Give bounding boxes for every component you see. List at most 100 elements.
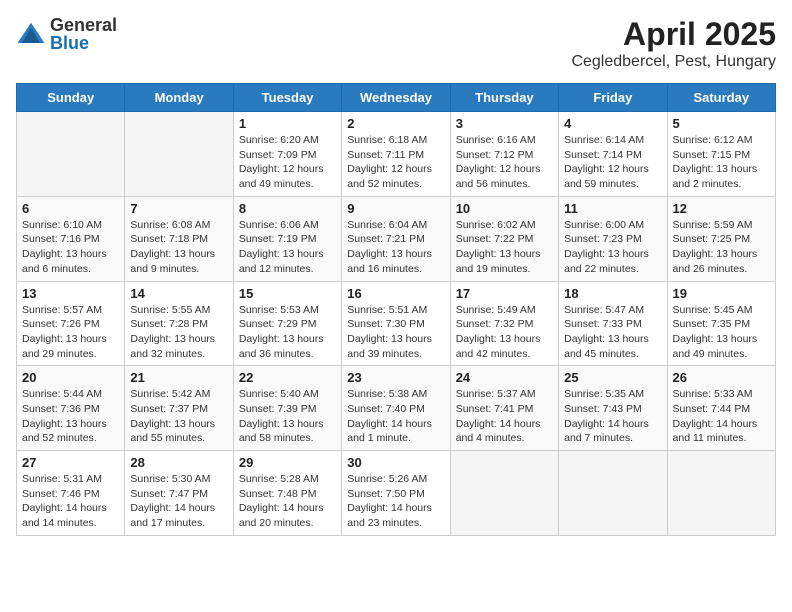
day-number: 10 <box>456 201 553 216</box>
calendar-day-cell: 23 Sunrise: 5:38 AM Sunset: 7:40 PM Dayli… <box>342 366 450 451</box>
day-info: Sunrise: 6:20 AM Sunset: 7:09 PM Dayligh… <box>239 133 336 192</box>
calendar-day-cell: 10 Sunrise: 6:02 AM Sunset: 7:22 PM Dayli… <box>450 196 558 281</box>
logo-icon <box>16 19 46 49</box>
calendar-day-cell: 29Sunrise: 5:28 AM Sunset: 7:48 PM Dayli… <box>233 451 341 536</box>
day-info: Sunrise: 5:44 AM Sunset: 7:36 PM Dayligh… <box>22 387 119 446</box>
day-info: Sunrise: 5:35 AM Sunset: 7:43 PM Dayligh… <box>564 387 661 446</box>
calendar-day-cell: 26 Sunrise: 5:33 AM Sunset: 7:44 PM Dayli… <box>667 366 775 451</box>
calendar-day-cell: 6 Sunrise: 6:10 AM Sunset: 7:16 PM Daylig… <box>17 196 125 281</box>
day-info: Sunrise: 5:45 AM Sunset: 7:35 PM Dayligh… <box>673 303 770 362</box>
calendar-day-cell <box>450 451 558 536</box>
calendar-week-row: 1 Sunrise: 6:20 AM Sunset: 7:09 PM Daylig… <box>17 112 776 197</box>
day-info: Sunrise: 5:26 AM Sunset: 7:50 PM Dayligh… <box>347 472 444 531</box>
calendar-day-cell <box>559 451 667 536</box>
day-number: 24 <box>456 370 553 385</box>
weekday-header: Friday <box>559 84 667 112</box>
calendar-day-cell: 12 Sunrise: 5:59 AM Sunset: 7:25 PM Dayli… <box>667 196 775 281</box>
calendar-day-cell: 5 Sunrise: 6:12 AM Sunset: 7:15 PM Daylig… <box>667 112 775 197</box>
calendar-day-cell: 18 Sunrise: 5:47 AM Sunset: 7:33 PM Dayli… <box>559 281 667 366</box>
calendar-day-cell: 13 Sunrise: 5:57 AM Sunset: 7:26 PM Dayli… <box>17 281 125 366</box>
calendar-day-cell: 14 Sunrise: 5:55 AM Sunset: 7:28 PM Dayli… <box>125 281 233 366</box>
logo-blue-text: Blue <box>50 34 117 52</box>
day-info: Sunrise: 6:00 AM Sunset: 7:23 PM Dayligh… <box>564 218 661 277</box>
day-number: 18 <box>564 286 661 301</box>
calendar-day-cell: 21 Sunrise: 5:42 AM Sunset: 7:37 PM Dayli… <box>125 366 233 451</box>
calendar-day-cell: 16 Sunrise: 5:51 AM Sunset: 7:30 PM Dayli… <box>342 281 450 366</box>
day-number: 19 <box>673 286 770 301</box>
day-number: 12 <box>673 201 770 216</box>
weekday-header: Thursday <box>450 84 558 112</box>
day-number: 17 <box>456 286 553 301</box>
day-number: 20 <box>22 370 119 385</box>
day-info: Sunrise: 6:14 AM Sunset: 7:14 PM Dayligh… <box>564 133 661 192</box>
calendar-day-cell: 27Sunrise: 5:31 AM Sunset: 7:46 PM Dayli… <box>17 451 125 536</box>
day-number: 1 <box>239 116 336 131</box>
day-number: 15 <box>239 286 336 301</box>
day-info: Sunrise: 6:04 AM Sunset: 7:21 PM Dayligh… <box>347 218 444 277</box>
weekday-header: Saturday <box>667 84 775 112</box>
calendar-week-row: 13 Sunrise: 5:57 AM Sunset: 7:26 PM Dayli… <box>17 281 776 366</box>
day-number: 29 <box>239 455 336 470</box>
day-number: 8 <box>239 201 336 216</box>
day-info: Sunrise: 5:47 AM Sunset: 7:33 PM Dayligh… <box>564 303 661 362</box>
calendar-week-row: 6 Sunrise: 6:10 AM Sunset: 7:16 PM Daylig… <box>17 196 776 281</box>
weekday-header: Tuesday <box>233 84 341 112</box>
day-number: 22 <box>239 370 336 385</box>
day-info: Sunrise: 5:57 AM Sunset: 7:26 PM Dayligh… <box>22 303 119 362</box>
calendar-day-cell <box>125 112 233 197</box>
day-number: 27 <box>22 455 119 470</box>
calendar-week-row: 20 Sunrise: 5:44 AM Sunset: 7:36 PM Dayli… <box>17 366 776 451</box>
day-info: Sunrise: 6:02 AM Sunset: 7:22 PM Dayligh… <box>456 218 553 277</box>
logo: General Blue <box>16 16 117 52</box>
day-info: Sunrise: 5:59 AM Sunset: 7:25 PM Dayligh… <box>673 218 770 277</box>
title-section: April 2025 Cegledbercel, Pest, Hungary <box>571 16 776 71</box>
day-number: 5 <box>673 116 770 131</box>
calendar-subtitle: Cegledbercel, Pest, Hungary <box>571 53 776 71</box>
weekday-header: Wednesday <box>342 84 450 112</box>
day-info: Sunrise: 6:12 AM Sunset: 7:15 PM Dayligh… <box>673 133 770 192</box>
day-info: Sunrise: 5:37 AM Sunset: 7:41 PM Dayligh… <box>456 387 553 446</box>
day-number: 26 <box>673 370 770 385</box>
weekday-header: Sunday <box>17 84 125 112</box>
logo-general-text: General <box>50 16 117 34</box>
day-number: 13 <box>22 286 119 301</box>
day-number: 11 <box>564 201 661 216</box>
day-info: Sunrise: 5:38 AM Sunset: 7:40 PM Dayligh… <box>347 387 444 446</box>
calendar-day-cell: 11 Sunrise: 6:00 AM Sunset: 7:23 PM Dayli… <box>559 196 667 281</box>
calendar-day-cell: 25 Sunrise: 5:35 AM Sunset: 7:43 PM Dayli… <box>559 366 667 451</box>
day-info: Sunrise: 6:06 AM Sunset: 7:19 PM Dayligh… <box>239 218 336 277</box>
day-number: 21 <box>130 370 227 385</box>
calendar-day-cell: 3 Sunrise: 6:16 AM Sunset: 7:12 PM Daylig… <box>450 112 558 197</box>
calendar-day-cell: 28Sunrise: 5:30 AM Sunset: 7:47 PM Dayli… <box>125 451 233 536</box>
day-info: Sunrise: 6:10 AM Sunset: 7:16 PM Dayligh… <box>22 218 119 277</box>
day-number: 16 <box>347 286 444 301</box>
calendar-day-cell: 1 Sunrise: 6:20 AM Sunset: 7:09 PM Daylig… <box>233 112 341 197</box>
day-info: Sunrise: 6:08 AM Sunset: 7:18 PM Dayligh… <box>130 218 227 277</box>
calendar-day-cell: 7Sunrise: 6:08 AM Sunset: 7:18 PM Daylig… <box>125 196 233 281</box>
day-number: 2 <box>347 116 444 131</box>
day-number: 3 <box>456 116 553 131</box>
calendar-week-row: 27Sunrise: 5:31 AM Sunset: 7:46 PM Dayli… <box>17 451 776 536</box>
day-number: 23 <box>347 370 444 385</box>
day-number: 25 <box>564 370 661 385</box>
day-number: 9 <box>347 201 444 216</box>
day-number: 6 <box>22 201 119 216</box>
calendar-day-cell <box>667 451 775 536</box>
calendar-day-cell: 9 Sunrise: 6:04 AM Sunset: 7:21 PM Daylig… <box>342 196 450 281</box>
day-info: Sunrise: 5:42 AM Sunset: 7:37 PM Dayligh… <box>130 387 227 446</box>
day-number: 14 <box>130 286 227 301</box>
day-info: Sunrise: 5:55 AM Sunset: 7:28 PM Dayligh… <box>130 303 227 362</box>
logo-text: General Blue <box>50 16 117 52</box>
day-number: 30 <box>347 455 444 470</box>
day-info: Sunrise: 5:53 AM Sunset: 7:29 PM Dayligh… <box>239 303 336 362</box>
day-info: Sunrise: 6:16 AM Sunset: 7:12 PM Dayligh… <box>456 133 553 192</box>
calendar-day-cell: 15 Sunrise: 5:53 AM Sunset: 7:29 PM Dayli… <box>233 281 341 366</box>
calendar-day-cell: 24 Sunrise: 5:37 AM Sunset: 7:41 PM Dayli… <box>450 366 558 451</box>
day-info: Sunrise: 5:51 AM Sunset: 7:30 PM Dayligh… <box>347 303 444 362</box>
calendar-day-cell: 22Sunrise: 5:40 AM Sunset: 7:39 PM Dayli… <box>233 366 341 451</box>
weekday-header: Monday <box>125 84 233 112</box>
calendar-day-cell: 8 Sunrise: 6:06 AM Sunset: 7:19 PM Daylig… <box>233 196 341 281</box>
day-info: Sunrise: 5:33 AM Sunset: 7:44 PM Dayligh… <box>673 387 770 446</box>
calendar-table: SundayMondayTuesdayWednesdayThursdayFrid… <box>16 83 776 536</box>
calendar-day-cell: 20 Sunrise: 5:44 AM Sunset: 7:36 PM Dayli… <box>17 366 125 451</box>
